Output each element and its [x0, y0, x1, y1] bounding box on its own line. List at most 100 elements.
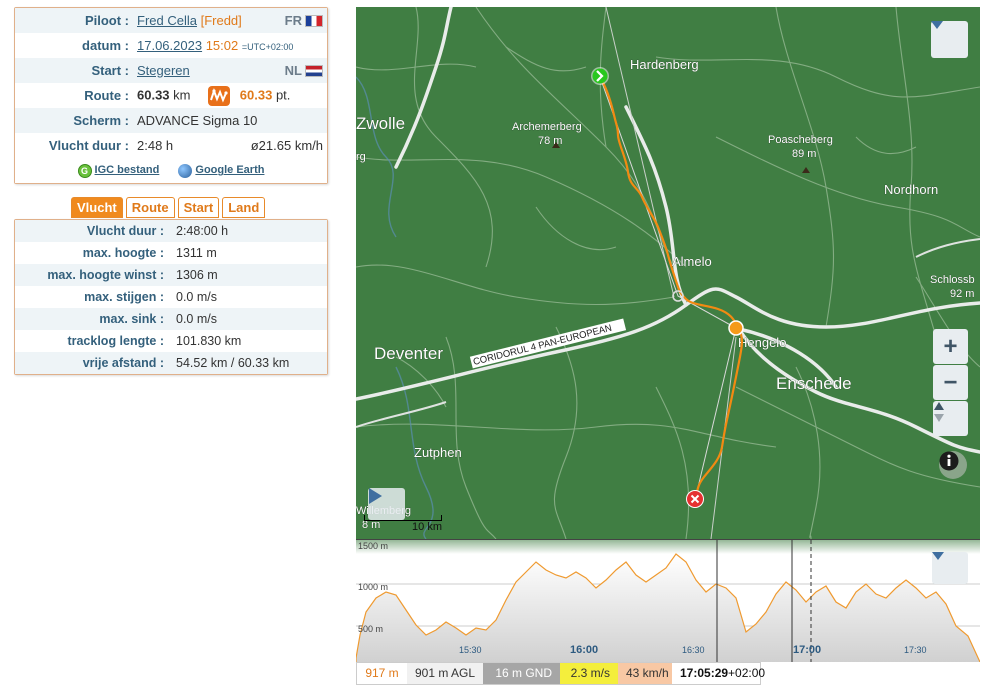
igc-link-label: IGC bestand: [94, 164, 160, 177]
map-label-archemerberg-alt: 78 m: [538, 135, 562, 147]
stat-value: 101.830 km: [176, 334, 242, 348]
start-link[interactable]: Stegeren: [137, 63, 190, 78]
tab-flight[interactable]: Vlucht: [71, 197, 123, 218]
tab-start[interactable]: Start: [177, 197, 220, 218]
elevation-profile[interactable]: 1500 m 1000 m 500 m 15:30 16:00 16:30 17…: [356, 539, 980, 662]
netherlands-flag-icon: [305, 64, 323, 77]
duration-row: Vlucht duur : 2:48 h ø21.65 km/h: [15, 133, 327, 158]
flight-map[interactable]: Hardenberg Zwolle Archemerberg 78 m Poas…: [356, 7, 980, 539]
duration-label: Vlucht duur :: [48, 138, 129, 153]
free-flight-icon: [208, 85, 231, 106]
x-axis-label: 17:00: [793, 644, 821, 656]
map-label-nordhorn: Nordhorn: [884, 182, 938, 197]
map-label-zwolle: Zwolle: [356, 114, 405, 133]
stat-label: tracklog lengte :: [67, 334, 164, 348]
x-axis-label: 16:00: [570, 644, 598, 656]
status-agl: 901 m AGL: [407, 663, 483, 684]
chevron-down-icon: [931, 21, 943, 29]
start-country: NL: [285, 63, 323, 78]
pilot-nick: [Fredd]: [200, 13, 242, 28]
glider-row: Scherm : ADVANCE Sigma 10: [15, 108, 327, 133]
tab-route[interactable]: Route: [125, 197, 175, 218]
duration-value: 2:48 h: [137, 138, 174, 153]
route-km-unit: km: [173, 86, 191, 102]
stat-row: Vlucht duur :2:48:00 h: [15, 220, 327, 242]
route-points-unit: pt.: [275, 86, 291, 102]
status-time-value: 17:05:29: [680, 666, 729, 680]
map-canvas: Hardenberg Zwolle Archemerberg 78 m Poas…: [356, 7, 980, 539]
map-label-almelo: Almelo: [672, 254, 712, 269]
date-link[interactable]: 17.06.2023: [137, 38, 202, 53]
landing-marker-icon[interactable]: [686, 490, 704, 508]
stat-value: 1306 m: [168, 264, 327, 286]
y-axis-label: 500 m: [358, 624, 383, 634]
stat-row: max. sink :0.0 m/s: [15, 308, 327, 330]
timezone: =UTC+02:00: [241, 42, 294, 52]
date-label: datum :: [82, 38, 129, 53]
status-altitude: 917 m: [365, 666, 399, 680]
scale-label: 10 km: [412, 521, 442, 533]
start-label: Start :: [15, 58, 133, 83]
route-points: 60.33: [239, 86, 273, 102]
flight-time: 15:02: [205, 38, 239, 53]
date-row: datum : 17.06.2023 15:02 =UTC+02:00: [15, 33, 327, 58]
stat-label: max. sink :: [15, 308, 168, 330]
stat-row: max. hoogte : 1311 m: [15, 242, 327, 264]
zoom-out-button[interactable]: −: [933, 365, 968, 400]
layers-dropdown-button[interactable]: [931, 21, 968, 58]
stat-value: 0.0 m/s: [176, 290, 217, 304]
stat-value: 1311 m: [176, 246, 217, 260]
map-label-hengelo: Hengelo: [738, 335, 786, 350]
y-axis-label: 1500 m: [358, 541, 388, 551]
start-row: Start : Stegeren NL: [15, 58, 327, 83]
map-label-poascheberg-alt: 89 m: [792, 148, 816, 160]
status-speed: 43 km/h: [618, 663, 672, 684]
profile-dropdown-button[interactable]: [932, 552, 968, 584]
igc-download-link[interactable]: G IGC bestand: [77, 163, 160, 178]
stat-label: vrije afstand :: [15, 352, 168, 374]
map-label-zutphen: Zutphen: [414, 445, 462, 460]
zoom-in-button[interactable]: +: [933, 329, 968, 364]
x-axis-label: 17:30: [904, 645, 927, 655]
status-time-zone: +02:00: [728, 666, 766, 680]
glider-label: Scherm :: [15, 108, 133, 133]
map-label-partial: rg: [356, 151, 366, 163]
stat-label: max. stijgen :: [84, 290, 164, 304]
x-axis-label: 16:30: [682, 645, 705, 655]
info-button[interactable]: [939, 451, 967, 479]
france-flag-icon: [305, 14, 323, 27]
stat-row: max. hoogte winst :1306 m: [15, 264, 327, 286]
globe-icon: [178, 163, 193, 178]
route-km: 60.33: [137, 86, 170, 102]
details-tabs: Vlucht Route Start Land: [71, 197, 266, 218]
stat-label: max. hoogte :: [82, 246, 164, 260]
status-vario: 2.3 m/s: [560, 663, 618, 684]
pilot-country-code: FR: [284, 13, 302, 28]
stat-row: tracklog lengte : 101.830 km: [15, 330, 327, 352]
start-country-code: NL: [284, 63, 302, 78]
elevation-chart: 1500 m 1000 m 500 m 15:30 16:00 16:30 17…: [356, 540, 980, 662]
start-marker-icon[interactable]: [591, 67, 609, 85]
download-links-row: G IGC bestand Google Earth: [15, 158, 327, 183]
stat-value: 54.52 km / 60.33 km: [168, 352, 327, 374]
status-time: 17:05:29+02:00: [672, 663, 765, 684]
pilot-name-link[interactable]: Fred Cella: [137, 13, 197, 28]
tab-landing[interactable]: Land: [222, 197, 266, 218]
stat-row: max. stijgen : 0.0 m/s: [15, 286, 327, 308]
tilt-button[interactable]: [933, 401, 968, 436]
x-axis-label: 15:30: [459, 645, 482, 655]
flight-stats-panel: Vlucht duur :2:48:00 h max. hoogte : 1311…: [14, 219, 328, 375]
up-down-arrows-icon: [934, 402, 944, 422]
map-label-archemerberg: Archemerberg: [512, 121, 582, 133]
current-position-icon[interactable]: [728, 320, 744, 336]
average-speed: ø21.65 km/h: [250, 138, 323, 153]
stat-label: Vlucht duur :: [15, 220, 168, 242]
google-earth-link[interactable]: Google Earth: [178, 163, 264, 178]
map-scale: 10 km: [364, 515, 442, 533]
map-label-hardenberg: Hardenberg: [630, 57, 699, 72]
status-bar: 917 m 901 m AGL 16 m GND 2.3 m/s 43 km/h…: [356, 662, 765, 685]
stat-value: 2:48:00 h: [168, 220, 327, 242]
pilot-label: Piloot :: [15, 8, 133, 33]
map-label-enschede: Enschede: [776, 374, 852, 393]
info-icon: [939, 451, 959, 471]
